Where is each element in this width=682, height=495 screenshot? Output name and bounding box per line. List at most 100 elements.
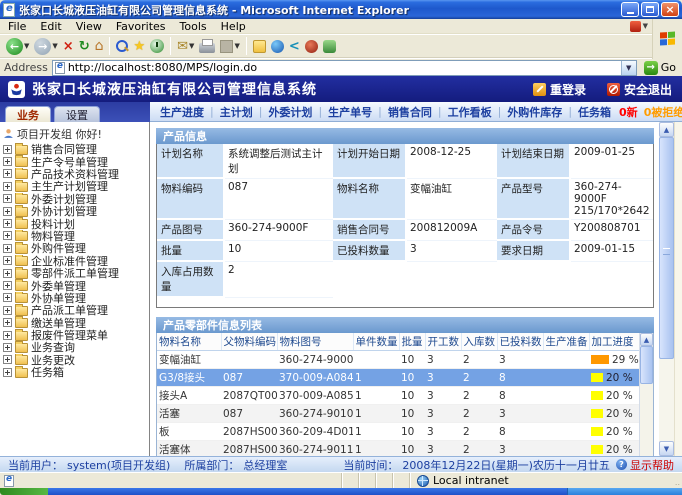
table-row[interactable]: 接头A2087QT002370-009-A085011032820 % (157, 387, 639, 405)
close-button[interactable] (661, 2, 679, 17)
tree-item[interactable]: 外协计划管理 (3, 205, 149, 217)
go-button[interactable]: → Go (641, 61, 679, 75)
expand-icon[interactable] (3, 182, 12, 191)
table-row[interactable]: 板2087HS002360-209-4D01011032820 % (157, 423, 639, 441)
back-button[interactable]: ←▼ (4, 36, 31, 57)
print-button[interactable] (197, 36, 217, 57)
column-header[interactable]: 生产准备 (543, 333, 589, 351)
menu-item[interactable]: Favorites (109, 20, 173, 33)
tree-item[interactable]: 外协单管理 (3, 292, 149, 304)
expand-icon[interactable] (3, 256, 12, 265)
column-header[interactable]: 已投料数 (497, 333, 543, 351)
parts-vertical-scrollbar[interactable] (639, 333, 653, 456)
tree-item[interactable]: 任务箱 (3, 366, 149, 378)
stop-button[interactable]: × (61, 36, 76, 57)
column-header[interactable]: 开工数 (425, 333, 461, 351)
nav-item[interactable]: 工作看板 (448, 104, 492, 120)
menu-item[interactable]: Help (214, 20, 253, 33)
address-dropdown-button[interactable]: ▼ (621, 61, 636, 75)
mail-button[interactable]: ✉▼ (175, 36, 196, 57)
table-row[interactable]: 活塞087360-274-9010F11032320 % (157, 405, 639, 423)
messenger-button[interactable]: < (287, 36, 302, 57)
minimize-button[interactable] (621, 2, 639, 17)
scrollbar-track[interactable] (640, 384, 653, 456)
tree-item[interactable]: 产品派工单管理 (3, 304, 149, 316)
browser-addon-button[interactable]: ▼ (630, 21, 648, 32)
menu-item[interactable]: Tools (173, 20, 214, 33)
scroll-up-icon[interactable] (659, 122, 674, 137)
tree-item[interactable]: 销售合同管理 (3, 143, 149, 155)
table-row[interactable]: 变幅油缸360-274-9000F1032329 % (157, 351, 639, 369)
expand-icon[interactable] (3, 169, 12, 178)
favorites-button[interactable]: ★ (131, 36, 147, 57)
expand-icon[interactable] (3, 207, 12, 216)
addon-button-1[interactable] (303, 36, 320, 57)
refresh-button[interactable]: ↻ (77, 36, 92, 57)
expand-icon[interactable] (3, 368, 12, 377)
expand-icon[interactable] (3, 331, 12, 340)
tree-item[interactable]: 生产令号单管理 (3, 155, 149, 167)
nav-item[interactable]: 任务箱 (578, 104, 611, 120)
nav-item[interactable]: 生产单号 (328, 104, 372, 120)
tree-item[interactable]: 业务查询 (3, 341, 149, 353)
menu-item[interactable]: Edit (33, 20, 68, 33)
expand-icon[interactable] (3, 355, 12, 364)
expand-icon[interactable] (3, 281, 12, 290)
expand-icon[interactable] (3, 306, 12, 315)
tree-item[interactable]: 缴送单管理 (3, 316, 149, 328)
menu-item[interactable]: File (1, 20, 33, 33)
tab-settings[interactable]: 设置 (54, 106, 100, 122)
discuss-button[interactable] (251, 36, 268, 57)
menu-item[interactable]: View (69, 20, 109, 33)
expand-icon[interactable] (3, 318, 12, 327)
expand-icon[interactable] (3, 244, 12, 253)
tree-item[interactable]: 物料管理 (3, 230, 149, 242)
edit-button[interactable]: ▼ (218, 36, 241, 57)
show-help-link[interactable]: 显示帮助 (616, 457, 674, 473)
tree-item[interactable]: 产品技术资料管理 (3, 168, 149, 180)
table-row[interactable]: G3/8接头087370-009-A084011032820 % (157, 369, 639, 387)
tree-item[interactable]: 外委计划管理 (3, 193, 149, 205)
column-header[interactable]: 入库数 (461, 333, 497, 351)
expand-icon[interactable] (3, 343, 12, 352)
home-button[interactable]: ⌂ (93, 36, 106, 57)
tree-item[interactable]: 投料计划 (3, 217, 149, 229)
scroll-down-icon[interactable] (659, 441, 674, 456)
tab-business[interactable]: 业务 (5, 106, 51, 122)
scroll-up-icon[interactable] (640, 333, 653, 346)
column-header[interactable]: 单件数量 (353, 333, 399, 351)
expand-icon[interactable] (3, 194, 12, 203)
tree-item[interactable]: 零部件派工单管理 (3, 267, 149, 279)
expand-icon[interactable] (3, 145, 12, 154)
chevron-down-icon[interactable]: ▼ (52, 42, 57, 50)
nav-item[interactable]: 外购件库存 (507, 104, 562, 120)
addon-button-2[interactable] (321, 36, 338, 57)
nav-item[interactable]: 外委计划 (268, 104, 312, 120)
maximize-button[interactable] (641, 2, 659, 17)
page-scrollbar[interactable] (659, 122, 674, 456)
scrollbar-track[interactable] (659, 359, 674, 441)
tree-item[interactable]: 业务更改 (3, 354, 149, 366)
tree-item[interactable]: 主生产计划管理 (3, 180, 149, 192)
tree-item[interactable]: 企业标准件管理 (3, 255, 149, 267)
column-header[interactable]: 加工进度 (589, 333, 639, 351)
expand-icon[interactable] (3, 231, 12, 240)
logout-button[interactable]: 安全退出 (607, 81, 672, 98)
tree-item[interactable]: 报废件管理菜单 (3, 329, 149, 341)
relogin-button[interactable]: 重登录 (533, 81, 586, 98)
chevron-down-icon[interactable]: ▼ (24, 42, 29, 50)
chevron-down-icon[interactable]: ▼ (189, 42, 194, 50)
column-header[interactable]: 物料图号 (277, 333, 353, 351)
column-header[interactable]: 物料名称 (157, 333, 221, 351)
msn-button[interactable] (269, 36, 286, 57)
expand-icon[interactable] (3, 269, 12, 278)
address-input[interactable]: http://localhost:8080/MPS/login.do ▼ (52, 60, 637, 76)
expand-icon[interactable] (3, 293, 12, 302)
search-button[interactable] (114, 36, 130, 57)
nav-item[interactable]: 生产进度 (160, 104, 204, 120)
nav-item[interactable]: 主计划 (220, 104, 253, 120)
expand-icon[interactable] (3, 157, 12, 166)
scrollbar-thumb[interactable] (640, 346, 653, 384)
table-row[interactable]: 活塞体2087HS002360-274-9011W11032320 % (157, 441, 639, 457)
expand-icon[interactable] (3, 219, 12, 228)
